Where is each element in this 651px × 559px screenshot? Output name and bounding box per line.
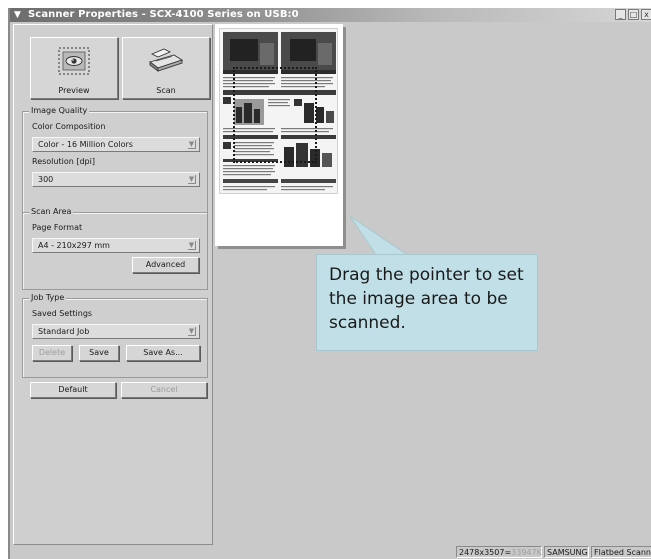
image-quality-legend: Image Quality xyxy=(29,106,90,115)
resolution-select[interactable]: 300 ▼ xyxy=(32,172,200,187)
job-type-legend: Job Type xyxy=(29,293,67,302)
status-dimensions: 2478x3507=33947K xyxy=(456,546,542,558)
preview-document-image xyxy=(219,28,338,194)
saved-settings-select[interactable]: Standard Job ▼ xyxy=(32,324,200,339)
scan-label: Scan xyxy=(156,86,176,95)
preview-area[interactable] xyxy=(215,24,343,246)
save-button[interactable]: Save xyxy=(79,345,119,361)
page-format-label: Page Format xyxy=(32,223,83,232)
color-composition-value: Color - 16 Million Colors xyxy=(38,140,133,149)
chevron-down-icon: ▼ xyxy=(188,241,196,250)
advanced-button[interactable]: Advanced xyxy=(132,257,199,273)
settings-panel: Preview Scan Image Quality Color Composi… xyxy=(13,24,213,545)
save-as-button[interactable]: Save As... xyxy=(126,345,200,361)
scan-area-group: Scan Area Page Format A4 - 210x297 mm ▼ … xyxy=(22,207,208,290)
status-brand: SAMSUNG xyxy=(544,546,589,558)
flatbed-scanner-icon xyxy=(146,46,186,78)
saved-settings-value: Standard Job xyxy=(38,327,90,336)
job-type-group: Job Type Saved Settings Standard Job ▼ D… xyxy=(22,293,208,378)
preview-button[interactable]: Preview xyxy=(30,37,118,99)
preview-eye-icon xyxy=(57,46,91,78)
chevron-down-icon: ▼ xyxy=(188,140,196,149)
chevron-down-icon[interactable]: ▼ xyxy=(12,9,23,20)
status-bar: 2478x3507=33947K SAMSUNG Flatbed Scanner xyxy=(10,545,651,559)
default-button[interactable]: Default xyxy=(30,382,116,398)
scan-area-legend: Scan Area xyxy=(29,207,74,216)
scan-button[interactable]: Scan xyxy=(122,37,210,99)
resolution-value: 300 xyxy=(38,175,54,184)
window-title: Scanner Properties - SCX-4100 Series on … xyxy=(28,9,299,20)
scanner-properties-window: ▼ Scanner Properties - SCX-4100 Series o… xyxy=(8,8,651,559)
status-scanner-type: Flatbed Scanner xyxy=(591,546,651,558)
callout-pointer xyxy=(350,216,413,258)
chevron-down-icon: ▼ xyxy=(188,327,196,336)
close-button[interactable]: x xyxy=(641,9,651,20)
instruction-callout: Drag the pointer to set the image area t… xyxy=(316,254,538,351)
chevron-down-icon: ▼ xyxy=(188,175,196,184)
cancel-button[interactable]: Cancel xyxy=(121,382,207,398)
minimize-button[interactable]: _ xyxy=(615,9,626,20)
delete-button[interactable]: Delete xyxy=(32,345,72,361)
status-dimensions-value: 2478x3507= xyxy=(459,548,512,557)
resolution-label: Resolution [dpi] xyxy=(32,157,95,166)
saved-settings-label: Saved Settings xyxy=(32,309,93,318)
maximize-button[interactable]: □ xyxy=(628,9,639,20)
color-composition-select[interactable]: Color - 16 Million Colors ▼ xyxy=(32,137,200,152)
callout-text: Drag the pointer to set the image area t… xyxy=(329,265,524,333)
status-filesize: 33947K xyxy=(511,548,542,557)
title-bar[interactable]: ▼ Scanner Properties - SCX-4100 Series o… xyxy=(10,8,651,22)
color-composition-label: Color Composition xyxy=(32,122,106,131)
page-format-value: A4 - 210x297 mm xyxy=(38,241,110,250)
page-format-select[interactable]: A4 - 210x297 mm ▼ xyxy=(32,238,200,253)
scan-selection-rectangle[interactable] xyxy=(233,67,317,163)
preview-label: Preview xyxy=(58,86,90,95)
image-quality-group: Image Quality Color Composition Color - … xyxy=(22,106,208,213)
